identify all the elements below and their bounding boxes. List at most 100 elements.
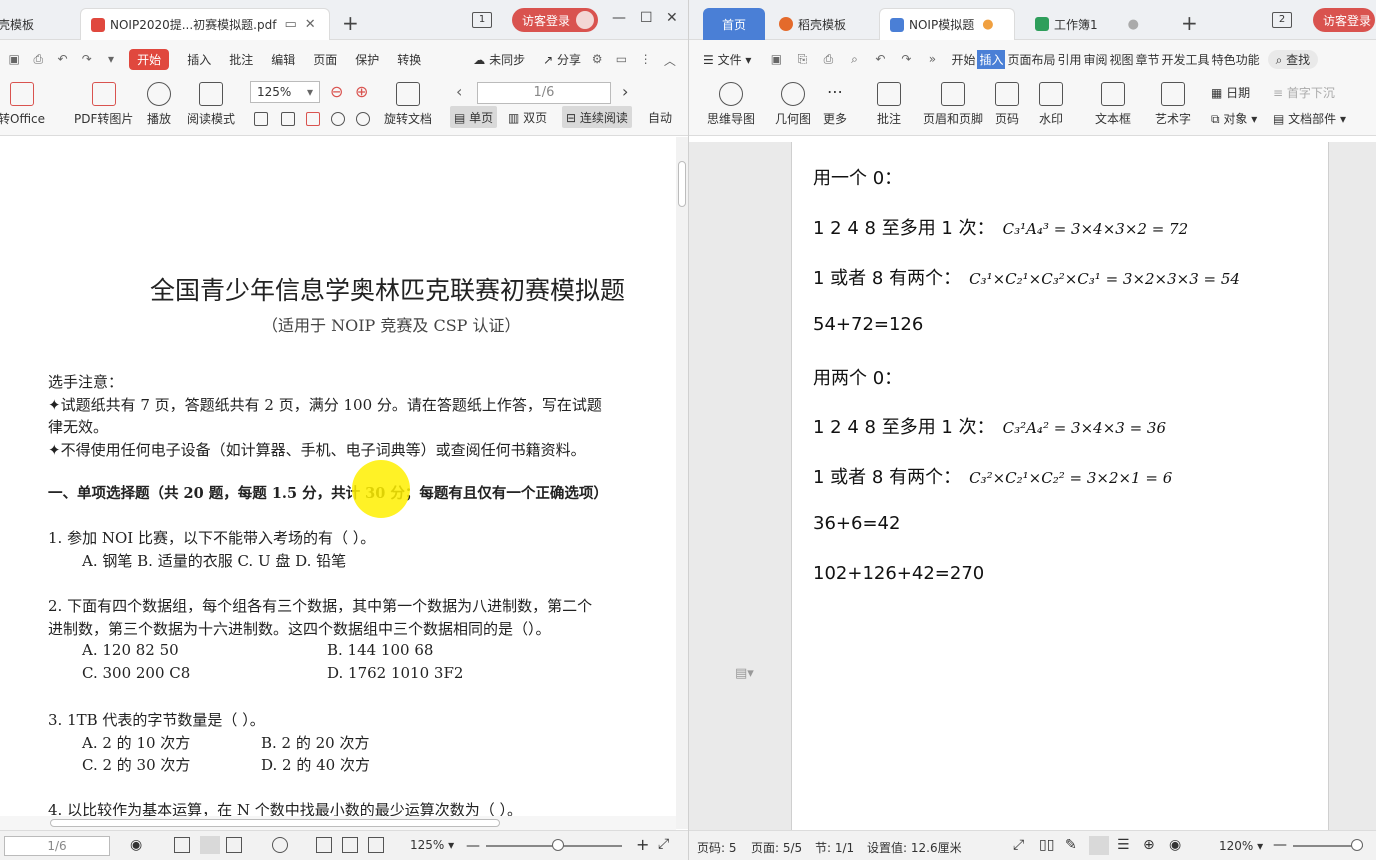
tab-workbook[interactable]: 工作簿1 ● [1025, 8, 1159, 40]
doc-parts-button[interactable]: ▤ 文档部件 ▾ [1273, 110, 1346, 127]
header-footer-button[interactable]: 页眉和页脚 [923, 82, 983, 127]
writer-page[interactable] [791, 142, 1329, 842]
menu-features[interactable]: 特色功能 [1212, 51, 1260, 68]
more-icon[interactable]: ⋮ [639, 52, 652, 66]
menu-view[interactable]: 视图 [1110, 51, 1134, 68]
zoom-in-icon[interactable]: + [636, 835, 649, 854]
object-button[interactable]: ⧉ 对象 ▾ [1211, 110, 1257, 127]
fit-page-icon[interactable] [281, 112, 295, 126]
redo-icon[interactable]: ↷ [81, 52, 93, 66]
window-count-badge[interactable]: 2 [1272, 12, 1292, 28]
comment-icon[interactable]: ▭ [615, 52, 627, 66]
menu-chapter[interactable]: 章节 [1136, 51, 1160, 68]
status-zoom[interactable]: 120% ▾ [1219, 839, 1263, 853]
menu-annotate[interactable]: 批注 [229, 51, 253, 68]
settings-icon[interactable]: ⚙ [591, 52, 603, 66]
undo-icon[interactable]: ↶ [56, 52, 68, 66]
web-view-icon[interactable]: ⊕ [1143, 837, 1155, 853]
menu-start[interactable]: 开始 [129, 48, 170, 70]
watermark-button[interactable]: 水印 [1039, 82, 1063, 127]
menu-reference[interactable]: 引用 [1057, 51, 1081, 68]
zoom-slider-handle[interactable] [1351, 839, 1363, 851]
single-view-icon[interactable] [174, 837, 190, 853]
tab-docer-template[interactable]: 稻壳模板 [769, 8, 873, 40]
date-button[interactable]: ▦ 日期 [1211, 84, 1250, 101]
rotate-left-icon[interactable] [331, 112, 345, 126]
more-button[interactable]: ⋯ 更多 [823, 82, 847, 127]
print-icon[interactable]: ⎙ [821, 52, 835, 66]
menu-start[interactable]: 开始 [951, 51, 975, 68]
tab-noip-doc[interactable]: NOIP模拟题 ● [879, 8, 1015, 40]
zoom-out-icon[interactable]: ⊖ [330, 82, 343, 101]
continuous-view-icon[interactable] [200, 836, 220, 854]
export-icon[interactable]: ⎘ [795, 52, 809, 66]
page-view-icon[interactable] [1089, 836, 1109, 855]
fullscreen-icon[interactable]: ⤢ [658, 836, 669, 852]
save-icon[interactable]: ▣ [8, 52, 20, 66]
scroll-thumb[interactable] [678, 161, 686, 207]
close-icon[interactable]: ✕ [305, 17, 316, 32]
print-icon[interactable]: ⎙ [32, 52, 44, 66]
single-page-button[interactable]: ▤ 单页 [450, 106, 498, 128]
status-section[interactable]: 节: 1/1 [815, 839, 854, 856]
pin-icon[interactable]: ▭ [284, 17, 296, 32]
collapse-ribbon-icon[interactable]: ︿ [664, 52, 676, 68]
new-tab-button[interactable]: + [342, 13, 359, 33]
new-tab-button[interactable]: + [1181, 13, 1198, 33]
menu-page[interactable]: 页面 [313, 51, 337, 68]
fit-page-icon[interactable] [342, 837, 358, 853]
zoom-out-icon[interactable]: — [466, 838, 480, 854]
menu-protect[interactable]: 保护 [355, 51, 379, 68]
share-button[interactable]: ↗ 分享 [543, 51, 581, 68]
close-window-icon[interactable]: ✕ [666, 10, 678, 26]
next-page-icon[interactable]: › [622, 82, 628, 101]
menu-insert[interactable]: 插入 [977, 49, 1006, 69]
drop-cap-button[interactable]: ≡ 首字下沉 [1273, 84, 1335, 101]
mindmap-button[interactable]: 思维导图 [707, 82, 755, 127]
visitor-login-button[interactable]: 访客登录 [512, 8, 599, 32]
visitor-login-button[interactable]: 访客登录 [1313, 8, 1376, 32]
textbox-button[interactable]: 文本框 [1095, 82, 1131, 127]
play-icon[interactable] [272, 837, 288, 853]
menu-review[interactable]: 审阅 [1084, 51, 1108, 68]
menu-edit[interactable]: 编辑 [271, 51, 295, 68]
status-page-input[interactable]: 1/6 [4, 836, 110, 856]
comment-button[interactable]: 批注 [877, 82, 901, 127]
double-page-button[interactable]: ▥ 双页 [504, 106, 551, 128]
tab-pdf-file[interactable]: NOIP2020提...初赛模拟题.pdf ▭ ✕ [80, 8, 330, 40]
menu-convert[interactable]: 转换 [397, 51, 421, 68]
eye-icon[interactable]: ◉ [130, 837, 142, 853]
more-arrows-icon[interactable]: » [925, 52, 939, 66]
status-zoom[interactable]: 125% ▾ [410, 838, 454, 852]
to-office-button[interactable]: 转Office [0, 82, 45, 127]
page-number-button[interactable]: 页码 [995, 82, 1019, 127]
eye-icon[interactable]: ◉ [1169, 837, 1181, 853]
undo-icon[interactable]: ↶ [873, 52, 887, 66]
page-number-input[interactable]: 1/6 [477, 82, 611, 104]
wordart-button[interactable]: 艺术字 [1155, 82, 1191, 127]
layout-options-icon[interactable]: ▤▾ [735, 666, 754, 681]
actual-size-icon[interactable] [254, 112, 268, 126]
zoom-select[interactable]: 125% ▾ [250, 81, 320, 103]
pdf-to-image-button[interactable]: PDF转图片 [74, 82, 133, 127]
auto-button[interactable]: 自动 [648, 109, 672, 126]
actual-size-icon[interactable] [316, 837, 332, 853]
horizontal-scrollbar[interactable] [0, 816, 676, 830]
menu-developer[interactable]: 开发工具 [1162, 51, 1210, 68]
menu-page-layout[interactable]: 页面布局 [1007, 51, 1055, 68]
zoom-slider-handle[interactable] [552, 839, 564, 851]
geometry-button[interactable]: 几何图 [775, 82, 811, 127]
zoom-out-icon[interactable]: — [1273, 837, 1287, 853]
minimize-icon[interactable]: — [612, 10, 626, 26]
pdf-document-view[interactable]: 全国青少年信息学奥林匹克联赛初赛模拟题 （适用于 NOIP 竞赛及 CSP 认证… [0, 137, 676, 829]
fit-width-icon[interactable] [306, 112, 320, 126]
preview-icon[interactable]: ⌕ [847, 52, 861, 66]
sync-status[interactable]: ☁ 未同步 [473, 51, 525, 68]
pen-icon[interactable]: ✎ [1065, 837, 1077, 853]
status-setting[interactable]: 设置值: 12.6厘米 [867, 839, 962, 856]
zoom-in-icon[interactable]: ⊕ [355, 82, 368, 101]
save-icon[interactable]: ▣ [769, 52, 783, 66]
continuous-read-button[interactable]: ⊟ 连续阅读 [562, 106, 632, 128]
prev-page-icon[interactable]: ‹ [456, 82, 462, 101]
dropdown-icon[interactable]: ▾ [105, 52, 117, 66]
